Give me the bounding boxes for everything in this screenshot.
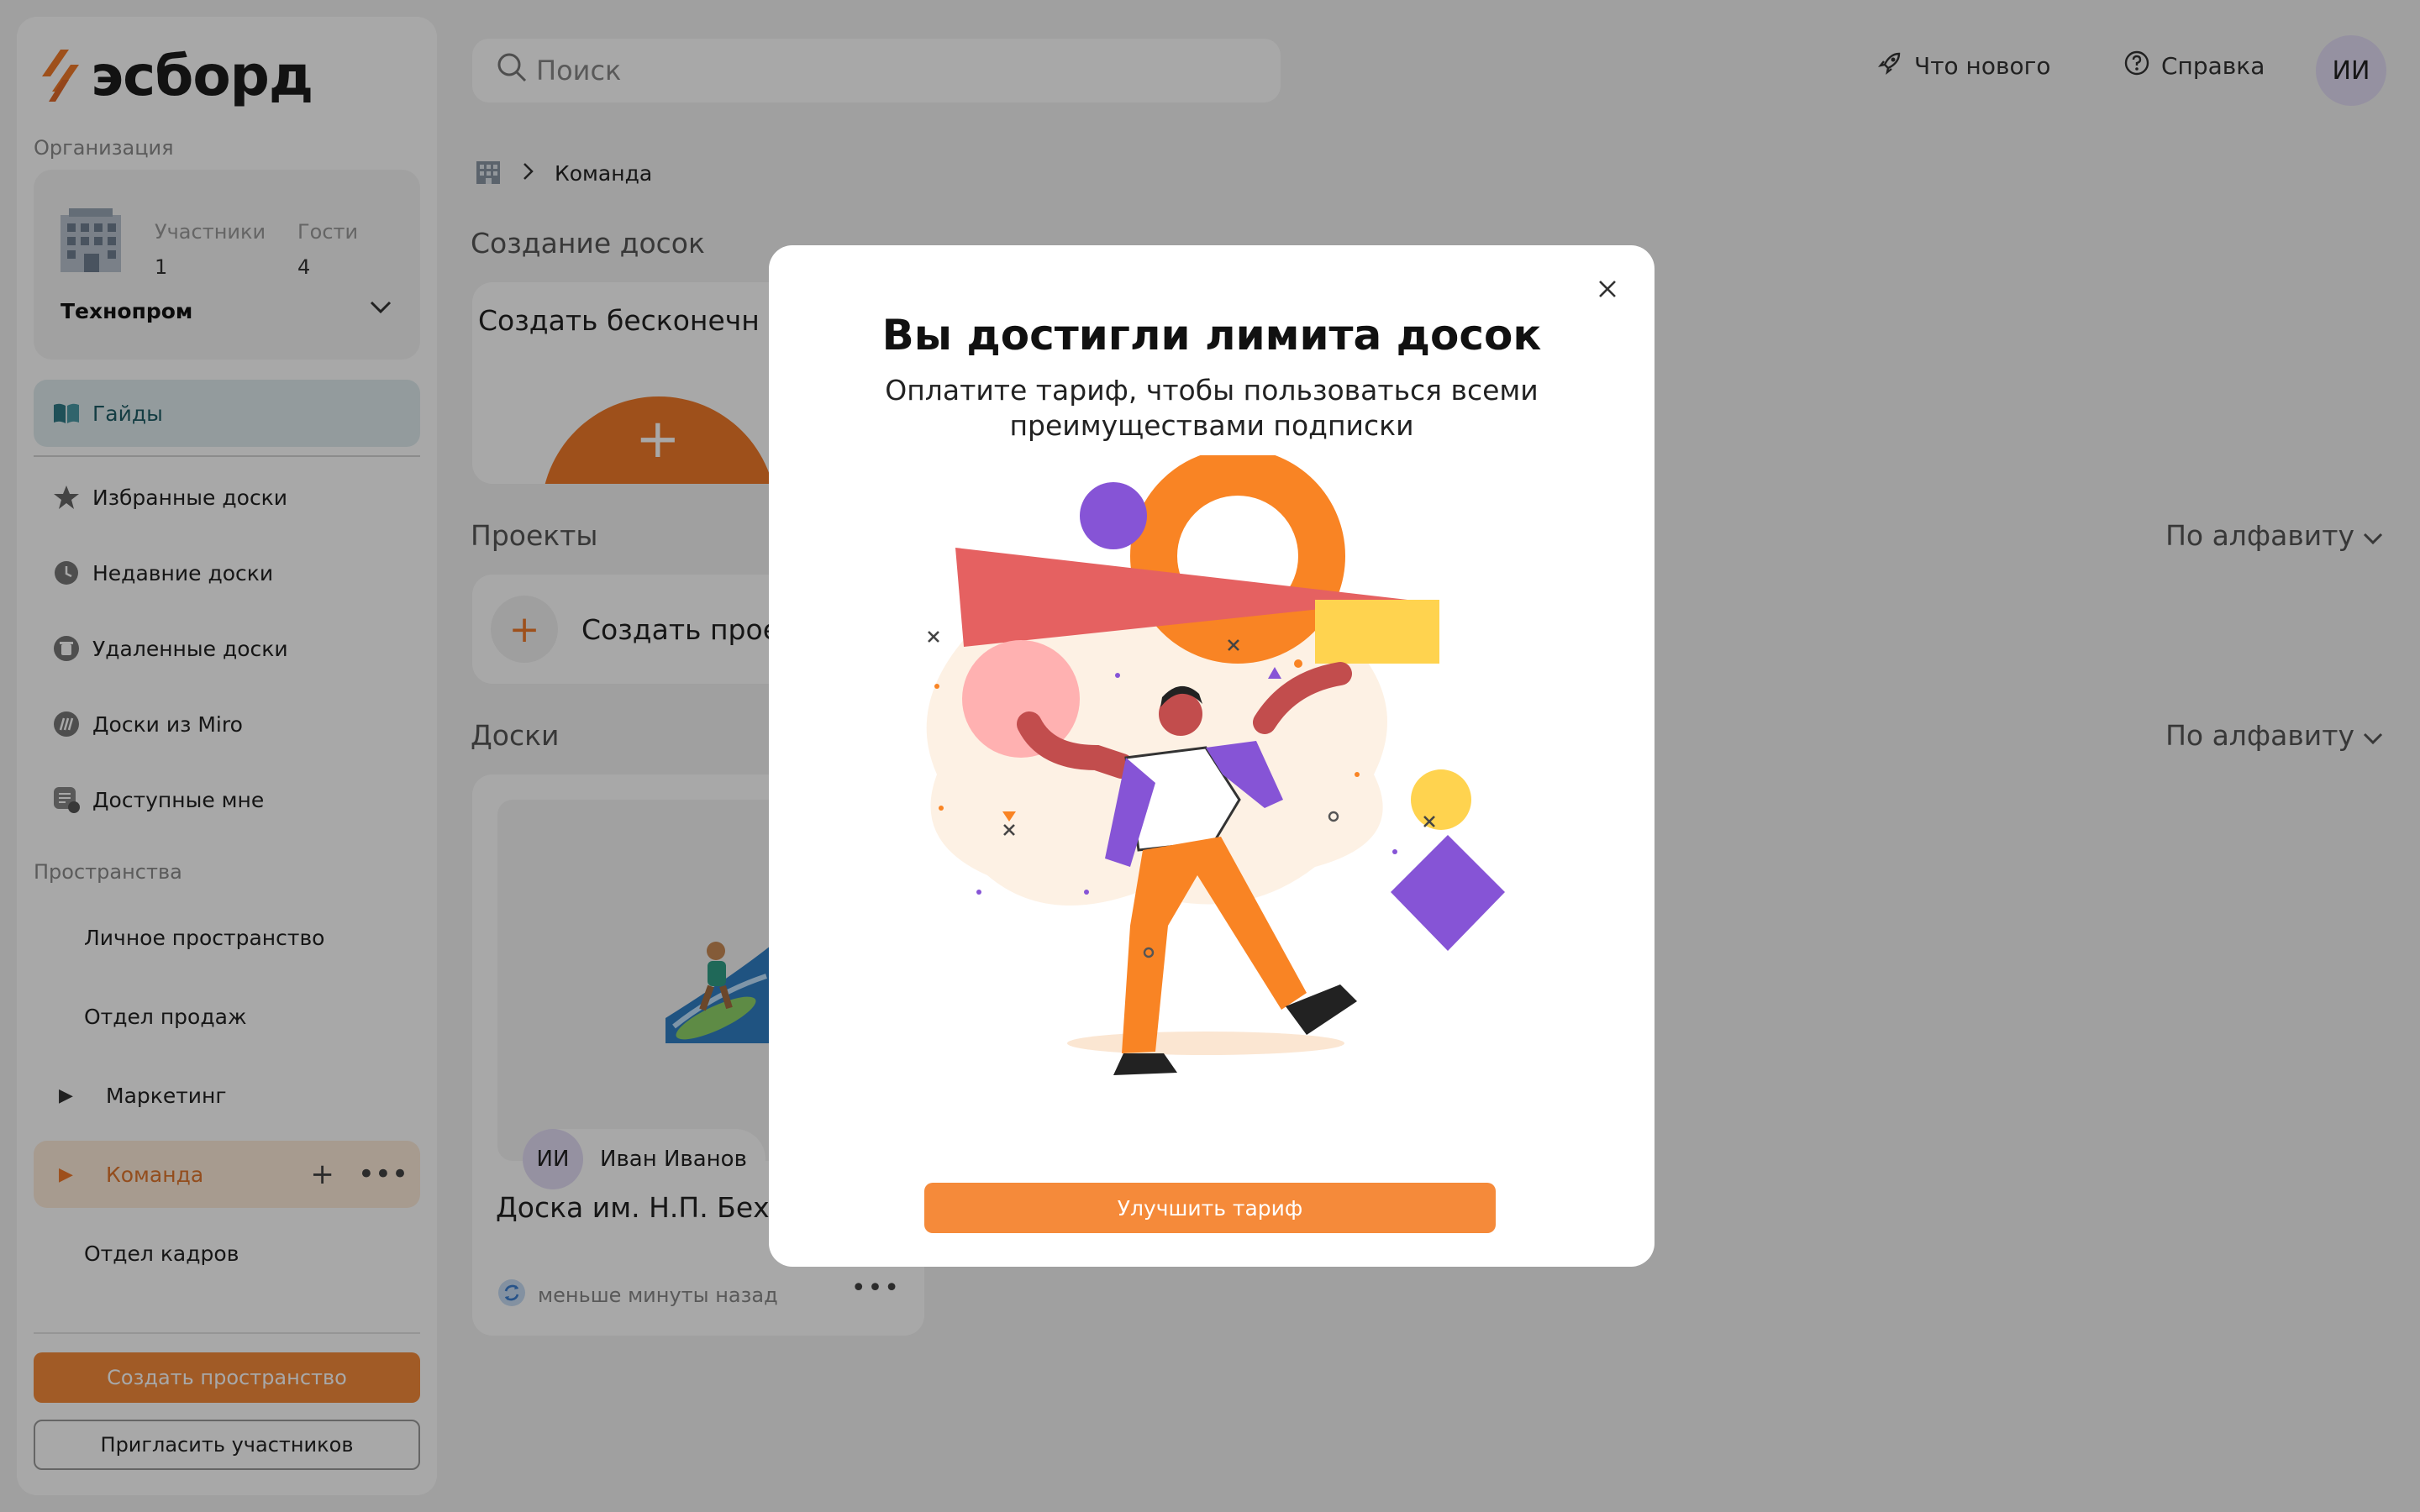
modal-title: Вы достигли лимита досок: [881, 311, 1542, 360]
limit-illustration: [769, 449, 1655, 1077]
modal-subtitle: Оплатите тариф, чтобы пользоваться всеми…: [885, 374, 1539, 442]
upgrade-plan-button[interactable]: Улучшить тариф: [924, 1183, 1496, 1233]
close-icon[interactable]: [1589, 270, 1626, 307]
limit-modal: Вы достигли лимита досок Оплатите тариф,…: [769, 245, 1655, 1267]
